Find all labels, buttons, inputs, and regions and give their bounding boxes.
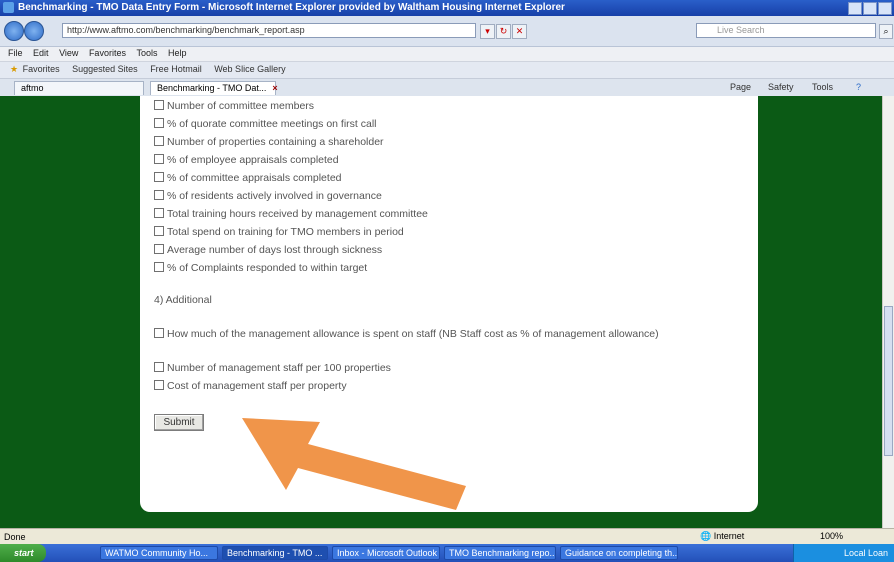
- status-text: Done: [4, 532, 26, 542]
- checkbox[interactable]: [154, 362, 164, 372]
- stop-icon[interactable]: ✕: [512, 24, 527, 39]
- tools-menu[interactable]: Tools: [812, 82, 833, 92]
- option-label: Number of management staff per 100 prope…: [167, 362, 391, 374]
- submit-button[interactable]: Submit: [154, 414, 204, 431]
- form-panel: Number of committee members % of quorate…: [140, 96, 758, 512]
- option-label: Total training hours received by managem…: [167, 208, 428, 220]
- back-button[interactable]: [4, 21, 24, 41]
- ie-icon: [3, 2, 14, 13]
- option-label: How much of the management allowance is …: [167, 328, 659, 340]
- menu-item-tools[interactable]: Tools: [136, 48, 157, 58]
- checkbox[interactable]: [154, 118, 164, 128]
- menu-bar: File Edit View Favorites Tools Help: [0, 47, 894, 62]
- checkbox[interactable]: [154, 226, 164, 236]
- page-content: Number of committee members % of quorate…: [0, 96, 894, 528]
- option-training-spend: Total spend on training for TMO members …: [154, 226, 404, 238]
- option-residents-governance: % of residents actively involved in gove…: [154, 190, 382, 202]
- checkbox[interactable]: [154, 262, 164, 272]
- option-training-hours: Total training hours received by managem…: [154, 208, 428, 220]
- status-bar: Done 🌐 Internet 100%: [0, 528, 894, 545]
- help-icon[interactable]: ?: [856, 82, 861, 92]
- option-staff-cost-property: Cost of management staff per property: [154, 380, 347, 392]
- menu-item-favorites[interactable]: Favorites: [89, 48, 126, 58]
- favorites-star-icon[interactable]: ★: [10, 64, 18, 75]
- checkbox[interactable]: [154, 154, 164, 164]
- zone-label: Internet: [713, 531, 745, 541]
- refresh-icon[interactable]: ↻: [496, 24, 511, 39]
- option-label: Number of committee members: [167, 100, 315, 112]
- task-tmo-report[interactable]: TMO Benchmarking repo...: [444, 546, 556, 560]
- task-guidance[interactable]: Guidance on completing th...: [560, 546, 678, 560]
- scroll-thumb[interactable]: [884, 306, 893, 456]
- tab-bar: aftmo Benchmarking - TMO Dat... × Page Sa…: [0, 79, 894, 97]
- menu-item-edit[interactable]: Edit: [33, 48, 49, 58]
- menu-item-view[interactable]: View: [59, 48, 78, 58]
- forward-button[interactable]: [24, 21, 44, 41]
- system-tray: Local Loan: [793, 544, 894, 562]
- checkbox[interactable]: [154, 190, 164, 200]
- option-staff-per-100: Number of management staff per 100 prope…: [154, 362, 391, 374]
- option-label: Average number of days lost through sick…: [167, 244, 383, 256]
- task-outlook[interactable]: Inbox - Microsoft Outlook: [332, 546, 440, 560]
- checkbox[interactable]: [154, 244, 164, 254]
- tab-label: aftmo: [21, 83, 44, 93]
- compatibility-icon[interactable]: ▾: [480, 24, 495, 39]
- option-label: % of quorate committee meetings on first…: [167, 118, 377, 130]
- taskbar: start WATMO Community Ho... Benchmarking…: [0, 544, 894, 562]
- option-label: % of residents actively involved in gove…: [167, 190, 382, 202]
- checkbox[interactable]: [154, 136, 164, 146]
- menu-item-help[interactable]: Help: [168, 48, 187, 58]
- tab-aftmo[interactable]: aftmo: [14, 81, 144, 95]
- option-properties-shareholder: Number of properties containing a shareh…: [154, 136, 384, 148]
- start-button[interactable]: start: [0, 544, 46, 562]
- favorites-bar: ★ Favorites Suggested Sites Free Hotmail…: [0, 62, 894, 79]
- window-title-bar: Benchmarking - TMO Data Entry Form - Mic…: [0, 0, 894, 16]
- search-icon[interactable]: ⌕: [879, 24, 893, 39]
- option-committee-appraisals: % of committee appraisals completed: [154, 172, 342, 184]
- close-tab-icon[interactable]: ×: [272, 83, 277, 93]
- option-employee-appraisals: % of employee appraisals completed: [154, 154, 339, 166]
- option-label: % of committee appraisals completed: [167, 172, 342, 184]
- section-heading: 4) Additional: [154, 294, 212, 306]
- maximize-button[interactable]: [863, 2, 877, 15]
- tab-label: Benchmarking - TMO Dat...: [157, 83, 267, 93]
- option-label: Number of properties containing a shareh…: [167, 136, 384, 148]
- checkbox[interactable]: [154, 380, 164, 390]
- security-zone: 🌐 Internet: [700, 531, 745, 541]
- url-input[interactable]: http://www.aftmo.com/benchmarking/benchm…: [62, 23, 476, 38]
- checkbox[interactable]: [154, 208, 164, 218]
- option-complaints: % of Complaints responded to within targ…: [154, 262, 367, 274]
- option-quorate-meetings: % of quorate committee meetings on first…: [154, 118, 377, 130]
- window-title: Benchmarking - TMO Data Entry Form - Mic…: [18, 2, 565, 13]
- address-bar: http://www.aftmo.com/benchmarking/benchm…: [0, 16, 894, 47]
- option-sickness-days: Average number of days lost through sick…: [154, 244, 382, 256]
- search-input[interactable]: Live Search: [696, 23, 876, 38]
- task-benchmarking[interactable]: Benchmarking - TMO ...: [222, 546, 328, 560]
- favorites-button[interactable]: Favorites: [23, 64, 60, 74]
- tab-benchmarking[interactable]: Benchmarking - TMO Dat... ×: [150, 81, 278, 95]
- checkbox[interactable]: [154, 172, 164, 182]
- option-staff-allowance: How much of the management allowance is …: [154, 327, 744, 342]
- favorite-web-slice-gallery[interactable]: Web Slice Gallery: [214, 64, 285, 74]
- close-button[interactable]: [878, 2, 892, 15]
- favorite-free-hotmail[interactable]: Free Hotmail: [150, 64, 202, 74]
- minimize-button[interactable]: [848, 2, 862, 15]
- vertical-scrollbar[interactable]: [882, 96, 894, 528]
- menu-item-file[interactable]: File: [8, 48, 23, 58]
- option-label: % of Complaints responded to within targ…: [167, 262, 368, 274]
- page-menu[interactable]: Page: [730, 82, 751, 92]
- option-label: Cost of management staff per property: [167, 380, 347, 392]
- safety-menu[interactable]: Safety: [768, 82, 794, 92]
- task-watmo[interactable]: WATMO Community Ho...: [100, 546, 218, 560]
- checkbox[interactable]: [154, 328, 164, 338]
- option-label: Total spend on training for TMO members …: [167, 226, 404, 238]
- checkbox[interactable]: [154, 100, 164, 110]
- zoom-level[interactable]: 100%: [820, 531, 843, 541]
- option-committee-members: Number of committee members: [154, 100, 314, 112]
- option-label: % of employee appraisals completed: [167, 154, 339, 166]
- favorite-suggested-sites[interactable]: Suggested Sites: [72, 64, 138, 74]
- tray-text: Local Loan: [843, 548, 888, 558]
